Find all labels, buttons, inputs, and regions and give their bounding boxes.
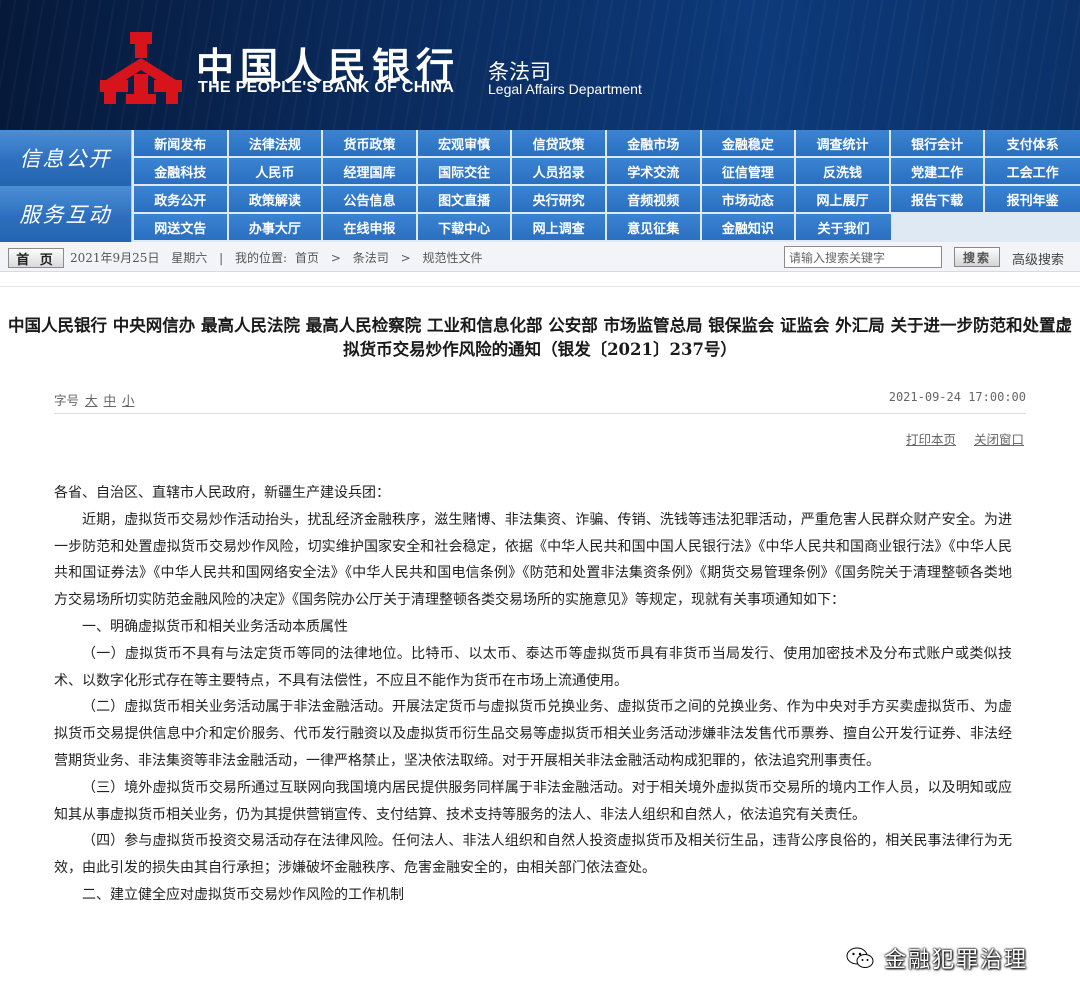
nav-item[interactable]: 工会工作 — [985, 158, 1080, 186]
font-size-label: 字号 — [54, 393, 80, 408]
department-name-en: Legal Affairs Department — [488, 81, 642, 97]
nav-item[interactable]: 报刊年鉴 — [985, 186, 1080, 214]
divider — [54, 413, 1026, 414]
nav-item[interactable]: 政策解读 — [228, 186, 324, 214]
nav-item[interactable]: 支付体系 — [985, 130, 1080, 158]
nav-item[interactable]: 网上展厅 — [796, 186, 891, 214]
search-button[interactable]: 搜索 — [954, 247, 1000, 267]
article-paragraph: （二）虚拟货币相关业务活动属于非法金融活动。开展法定货币与虚拟货币兑换业务、虚拟… — [54, 699, 1012, 769]
home-button[interactable]: 首 页 — [8, 248, 64, 268]
nav-item[interactable]: 关于我们 — [796, 214, 891, 242]
location-label: 我的位置: — [235, 251, 288, 265]
font-size-small-link[interactable]: 小 — [122, 393, 135, 408]
nav-row-service: 服务互动 政务公开 政策解读 公告信息 图文直播 央行研究 音频视频 市场动态 网上展厅 报告下… — [0, 186, 1080, 242]
nav-item[interactable]: 新闻发布 — [134, 130, 229, 158]
print-page-link[interactable]: 打印本页 — [906, 432, 956, 447]
article-paragraph: 二、建立健全应对虚拟货币交易炒作风险的工作机制 — [82, 886, 404, 903]
article-paragraph: 一、明确虚拟货币和相关业务活动本质属性 — [82, 618, 348, 635]
nav-item[interactable]: 下载中心 — [417, 214, 513, 242]
nav-grid-info-public: 新闻发布 法律法规 货币政策 宏观审慎 信贷政策 金融市场 金融稳定 调查统计 银行会计 支付体系… — [134, 130, 1080, 186]
nav-row-info-public: 信息公开 新闻发布 法律法规 货币政策 宏观审慎 信贷政策 金融市场 金融稳定 调查统计 银行会… — [0, 130, 1080, 186]
nav-item[interactable]: 国际交往 — [417, 158, 513, 186]
main-navigation: 信息公开 新闻发布 法律法规 货币政策 宏观审慎 信贷政策 金融市场 金融稳定 调查统计 银行会… — [0, 130, 1080, 242]
font-size-medium-link[interactable]: 中 — [104, 393, 117, 408]
wechat-icon — [846, 947, 874, 968]
divider — [0, 286, 1080, 287]
nav-item[interactable]: 在线申报 — [323, 214, 418, 242]
nav-item[interactable]: 学术交流 — [606, 158, 702, 186]
article-paragraph: （一）虚拟货币不具有与法定货币等同的法律地位。比特币、以太币、泰达币等虚拟货币具… — [54, 645, 1012, 689]
nav-item[interactable]: 征信管理 — [701, 158, 797, 186]
nav-item[interactable]: 市场动态 — [701, 186, 797, 214]
site-banner: 中国人民银行 THE PEOPLE'S BANK OF CHINA 条法司 Le… — [0, 0, 1080, 130]
breadcrumb-item-category[interactable]: 规范性文件 — [423, 251, 483, 265]
article-meta: 字号大中小 2021-09-24 17:00:00 — [54, 390, 1026, 410]
nav-item[interactable]: 网送文告 — [134, 214, 229, 242]
nav-item[interactable]: 党建工作 — [890, 158, 986, 186]
nav-item[interactable]: 报告下载 — [890, 186, 986, 214]
watermark: 金融犯罪治理 — [846, 940, 1028, 976]
font-size-large-link[interactable]: 大 — [85, 393, 98, 408]
article-tools: 打印本页 关闭窗口 — [888, 429, 1024, 448]
nav-item[interactable]: 反洗钱 — [796, 158, 891, 186]
nav-item[interactable]: 调查统计 — [796, 130, 891, 158]
search-input[interactable] — [784, 246, 942, 268]
current-weekday: 星期六 — [171, 251, 208, 265]
breadcrumb-separator: | — [219, 251, 224, 265]
nav-item[interactable]: 意见征集 — [606, 214, 702, 242]
nav-item[interactable]: 政务公开 — [134, 186, 229, 214]
breadcrumb-item-home[interactable]: 首页 — [295, 251, 319, 265]
nav-item[interactable]: 公告信息 — [323, 186, 418, 214]
nav-item[interactable]: 央行研究 — [512, 186, 607, 214]
article-paragraph: （四）参与虚拟货币投资交易活动存在法律风险。任何法人、非法人组织和自然人投资虚拟… — [54, 833, 1012, 877]
article-body: 各省、自治区、直辖市人民政府，新疆生产建设兵团： 近期，虚拟货币交易炒作活动抬头，… — [54, 480, 1012, 909]
nav-item[interactable]: 经理国库 — [323, 158, 418, 186]
nav-item[interactable]: 人民币 — [228, 158, 324, 186]
location-bar: 首 页 2021年9月25日 星期六 | 我的位置: 首页 > 条法司 > 规范性… — [0, 242, 1080, 272]
nav-item[interactable]: 银行会计 — [890, 130, 986, 158]
nav-item[interactable]: 金融知识 — [701, 214, 797, 242]
nav-item[interactable]: 宏观审慎 — [417, 130, 513, 158]
nav-item[interactable]: 法律法规 — [228, 130, 324, 158]
nav-item[interactable]: 货币政策 — [323, 130, 418, 158]
nav-item[interactable]: 金融科技 — [134, 158, 229, 186]
nav-grid-service: 政务公开 政策解读 公告信息 图文直播 央行研究 音频视频 市场动态 网上展厅 报告下载 报刊年鉴… — [134, 186, 1080, 242]
nav-item[interactable]: 金融稳定 — [701, 130, 797, 158]
breadcrumb-separator: > — [330, 251, 341, 265]
nav-section-title: 信息公开 — [0, 130, 132, 186]
nav-item[interactable]: 办事大厅 — [228, 214, 324, 242]
article-paragraph: 各省、自治区、直辖市人民政府，新疆生产建设兵团： — [54, 485, 390, 501]
nav-item[interactable]: 人员招录 — [512, 158, 607, 186]
nav-item[interactable]: 网上调查 — [512, 214, 607, 242]
bank-name-en: THE PEOPLE'S BANK OF CHINA — [198, 79, 455, 96]
article-title: 中国人民银行 中央网信办 最高人民法院 最高人民检察院 工业和信息化部 公安部 … — [8, 316, 1072, 359]
article-paragraph: （三）境外虚拟货币交易所通过互联网向我国境内居民提供服务同样属于非法金融活动。对… — [54, 779, 1012, 823]
breadcrumb-item-dept[interactable]: 条法司 — [353, 251, 389, 265]
breadcrumb: 2021年9月25日 星期六 | 我的位置: 首页 > 条法司 > 规范性文件 — [70, 249, 491, 266]
article-paragraph: 近期，虚拟货币交易炒作活动抬头，扰乱经济金融秩序，滋生赌博、非法集资、诈骗、传销… — [54, 511, 1012, 609]
nav-item[interactable]: 音频视频 — [606, 186, 702, 214]
font-size-control: 字号大中小 — [54, 390, 135, 409]
nav-item[interactable]: 信贷政策 — [512, 130, 607, 158]
pboc-emblem-icon[interactable] — [98, 30, 184, 106]
nav-item[interactable]: 金融市场 — [606, 130, 702, 158]
nav-section-title: 服务互动 — [0, 186, 132, 242]
watermark-text: 金融犯罪治理 — [884, 948, 1029, 973]
nav-item[interactable]: 图文直播 — [417, 186, 513, 214]
advanced-search-link[interactable]: 高级搜索 — [1012, 249, 1064, 268]
publish-time: 2021-09-24 17:00:00 — [888, 390, 1026, 404]
close-window-link[interactable]: 关闭窗口 — [974, 432, 1024, 447]
current-date: 2021年9月25日 — [70, 251, 160, 265]
breadcrumb-separator: > — [400, 251, 411, 265]
